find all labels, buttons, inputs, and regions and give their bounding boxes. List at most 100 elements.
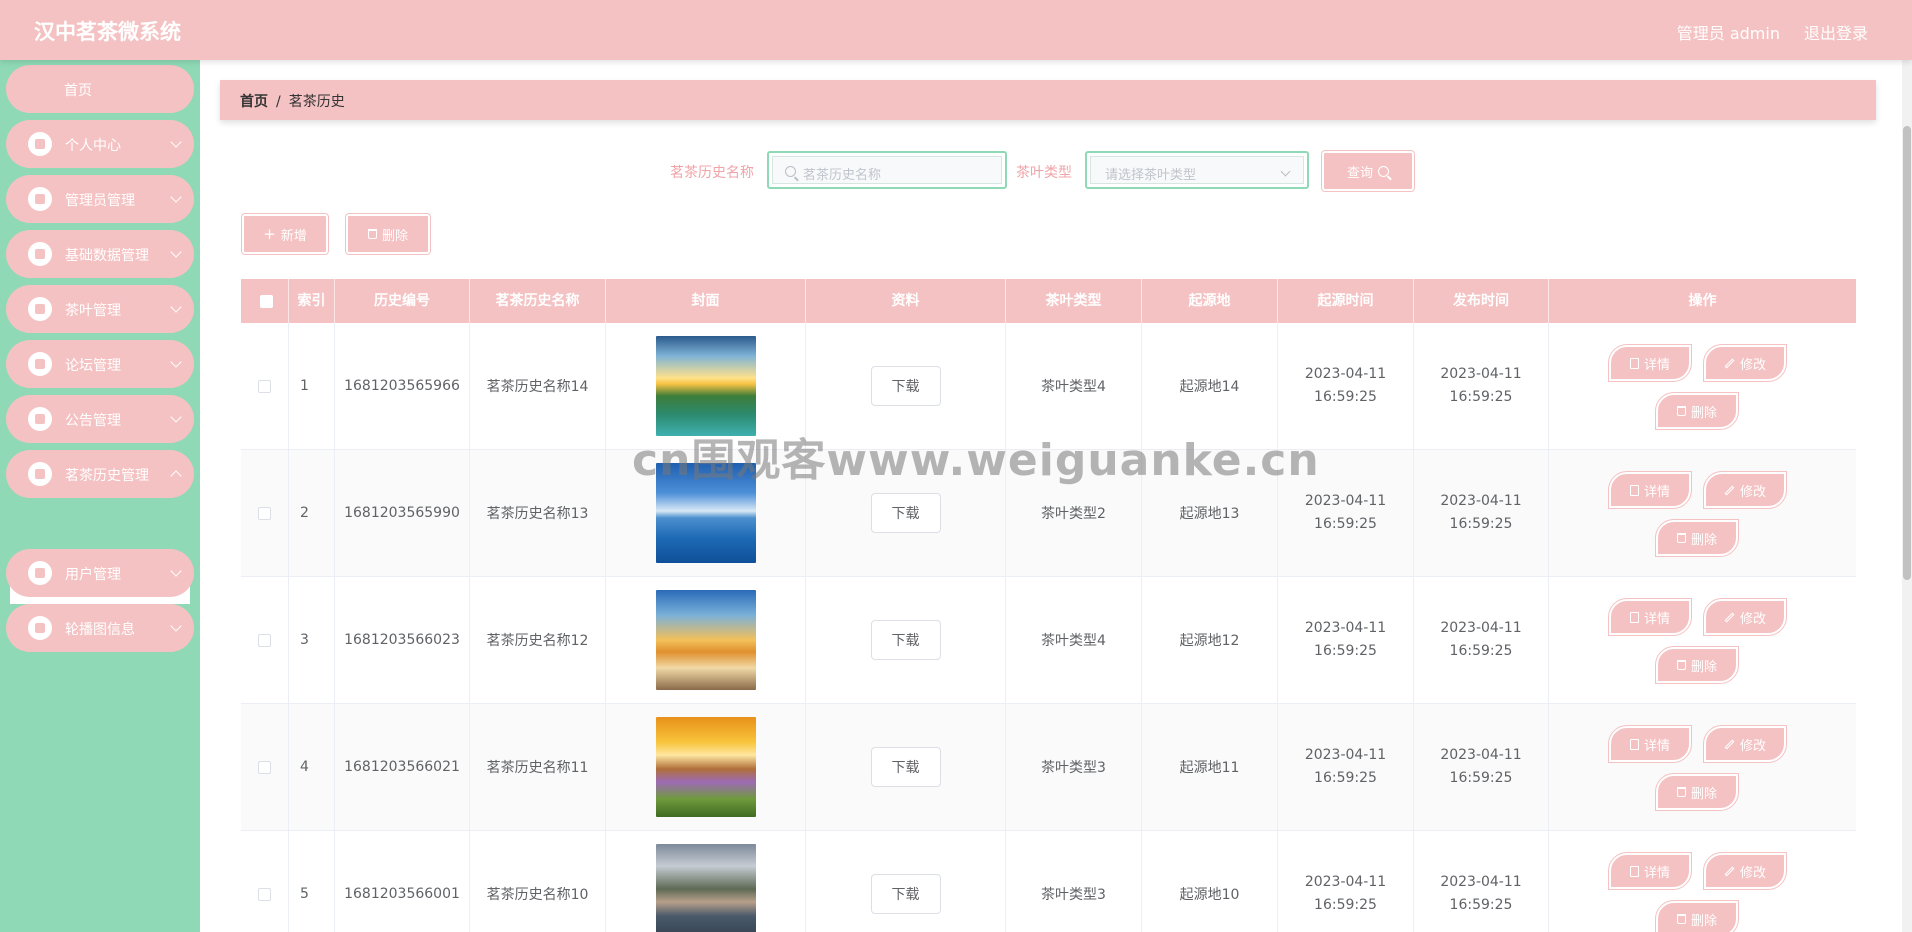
clipboard-icon xyxy=(28,297,52,321)
row-select-cell xyxy=(241,577,289,703)
grid-icon xyxy=(28,616,52,640)
cell-publish-time: 2023-04-11 16:59:25 xyxy=(1414,577,1549,703)
page-scrollbar[interactable] xyxy=(1902,60,1912,932)
row-checkbox[interactable] xyxy=(258,379,271,393)
name-search-input-inner[interactable]: 茗茶历史名称 xyxy=(772,156,1002,184)
cell-code: 1681203566021 xyxy=(335,704,470,830)
sidebar-item-profile[interactable]: 个人中心 xyxy=(6,120,194,168)
cell-code: 1681203565990 xyxy=(335,450,470,576)
name-search-input[interactable]: 茗茶历史名称 xyxy=(767,151,1007,189)
cell-origin: 起源地11 xyxy=(1142,704,1278,830)
sidebar-item-admin-management[interactable]: 管理员管理 xyxy=(6,175,194,223)
sidebar-item-users[interactable]: 用户管理 xyxy=(6,549,194,597)
detail-button[interactable]: 详情 xyxy=(1608,344,1692,382)
query-button[interactable]: 查询 xyxy=(1321,150,1415,192)
sidebar-item-carousel[interactable]: 轮播图信息 xyxy=(6,604,194,652)
search-icon xyxy=(785,166,796,177)
document-icon xyxy=(1629,738,1639,750)
row-checkbox[interactable] xyxy=(258,506,271,520)
sidebar-item-label: 轮播图信息 xyxy=(65,622,135,638)
location-icon xyxy=(28,561,52,585)
select-all-checkbox[interactable] xyxy=(260,295,273,308)
sidebar-item-basic-data[interactable]: 基础数据管理 xyxy=(6,230,194,278)
query-button-label: 查询 xyxy=(1346,165,1373,181)
trash-icon xyxy=(1676,787,1686,797)
delete-button[interactable]: 删除 xyxy=(1655,773,1739,811)
header-select-all[interactable] xyxy=(241,279,289,323)
sidebar-item-forum[interactable]: 论坛管理 xyxy=(6,340,194,388)
detail-button[interactable]: 详情 xyxy=(1608,725,1692,763)
download-button[interactable]: 下载 xyxy=(870,366,941,406)
batch-delete-button[interactable]: 删除 xyxy=(345,213,431,255)
detail-button[interactable]: 详情 xyxy=(1608,471,1692,509)
breadcrumb-home[interactable]: 首页 xyxy=(240,94,268,110)
scrollbar-thumb[interactable] xyxy=(1903,126,1911,580)
download-button[interactable]: 下载 xyxy=(870,747,941,787)
origin-time-text: 2023-04-11 16:59:25 xyxy=(1304,493,1387,532)
cell-index: 5 xyxy=(289,831,335,932)
cell-operations: 详情 修改 删除 xyxy=(1549,323,1856,449)
detail-button[interactable]: 详情 xyxy=(1608,598,1692,636)
download-button[interactable]: 下载 xyxy=(870,493,941,533)
tea-type-select-inner[interactable]: 请选择茶叶类型 xyxy=(1090,156,1304,184)
cell-material: 下载 xyxy=(806,450,1006,576)
cell-origin-time: 2023-04-11 16:59:25 xyxy=(1278,577,1414,703)
cover-image xyxy=(655,590,756,690)
grid-icon xyxy=(28,407,52,431)
chevron-down-icon xyxy=(170,356,182,368)
cell-name: 茗茶历史名称13 xyxy=(470,450,606,576)
edit-button[interactable]: 修改 xyxy=(1703,852,1787,890)
download-button[interactable]: 下载 xyxy=(870,874,941,914)
row-select-cell xyxy=(241,704,289,830)
sidebar-item-notice[interactable]: 公告管理 xyxy=(6,395,194,443)
cell-cover xyxy=(606,323,806,449)
delete-button[interactable]: 删除 xyxy=(1655,392,1739,430)
origin-time-text: 2023-04-11 16:59:25 xyxy=(1304,874,1387,913)
sidebar-item-tea-management[interactable]: 茶叶管理 xyxy=(6,285,194,333)
edit-button[interactable]: 修改 xyxy=(1703,598,1787,636)
detail-label: 详情 xyxy=(1643,484,1670,500)
delete-button[interactable]: 删除 xyxy=(1655,900,1739,932)
cell-origin: 起源地13 xyxy=(1142,450,1278,576)
cell-material: 下载 xyxy=(806,323,1006,449)
row-select-cell xyxy=(241,450,289,576)
tea-type-select[interactable]: 请选择茶叶类型 xyxy=(1085,151,1309,189)
sidebar: 首页 个人中心 管理员管理 基础数据管理 茶叶管理 论坛管理 公告管理 茗茶历史… xyxy=(0,60,200,932)
edit-button[interactable]: 修改 xyxy=(1703,725,1787,763)
col-material: 资料 xyxy=(806,279,1006,323)
row-checkbox[interactable] xyxy=(258,760,271,774)
download-button[interactable]: 下载 xyxy=(870,620,941,660)
cell-operations: 详情 修改 删除 xyxy=(1549,831,1856,932)
cell-tea-type: 茶叶类型4 xyxy=(1006,323,1142,449)
app-title: 汉中茗茶微系统 xyxy=(34,20,181,44)
sidebar-item-home[interactable]: 首页 xyxy=(6,65,194,113)
col-name: 茗茶历史名称 xyxy=(470,279,606,323)
edit-label: 修改 xyxy=(1739,738,1766,754)
header-actions: 管理员 admin 退出登录 xyxy=(1677,20,1868,44)
publish-time-text: 2023-04-11 16:59:25 xyxy=(1440,620,1522,659)
logout-link[interactable]: 退出登录 xyxy=(1804,20,1868,44)
chat-icon xyxy=(28,187,52,211)
sidebar-item-label: 茗茶历史管理 xyxy=(65,468,149,484)
delete-button[interactable]: 删除 xyxy=(1655,519,1739,557)
row-checkbox[interactable] xyxy=(258,887,271,901)
admin-user-label[interactable]: 管理员 admin xyxy=(1677,20,1780,44)
cell-material: 下载 xyxy=(806,831,1006,932)
cell-cover xyxy=(606,704,806,830)
detail-button[interactable]: 详情 xyxy=(1608,852,1692,890)
edit-button[interactable]: 修改 xyxy=(1703,344,1787,382)
sidebar-item-tea-history[interactable]: 茗茶历史管理 xyxy=(6,450,194,498)
delete-button[interactable]: 删除 xyxy=(1655,646,1739,684)
cell-name: 茗茶历史名称12 xyxy=(470,577,606,703)
chevron-down-icon xyxy=(170,411,182,423)
chevron-down-icon xyxy=(170,565,182,577)
table-row: 4 1681203566021 茗茶历史名称11 下载 茶叶类型3 起源地11 … xyxy=(241,704,1856,831)
delete-label: 删除 xyxy=(1690,405,1717,421)
edit-button[interactable]: 修改 xyxy=(1703,471,1787,509)
cell-origin-time: 2023-04-11 16:59:25 xyxy=(1278,831,1414,932)
row-checkbox[interactable] xyxy=(258,633,271,647)
cell-index: 4 xyxy=(289,704,335,830)
document-icon xyxy=(1629,865,1639,877)
add-button[interactable]: + 新增 xyxy=(241,213,329,255)
cell-index: 1 xyxy=(289,323,335,449)
